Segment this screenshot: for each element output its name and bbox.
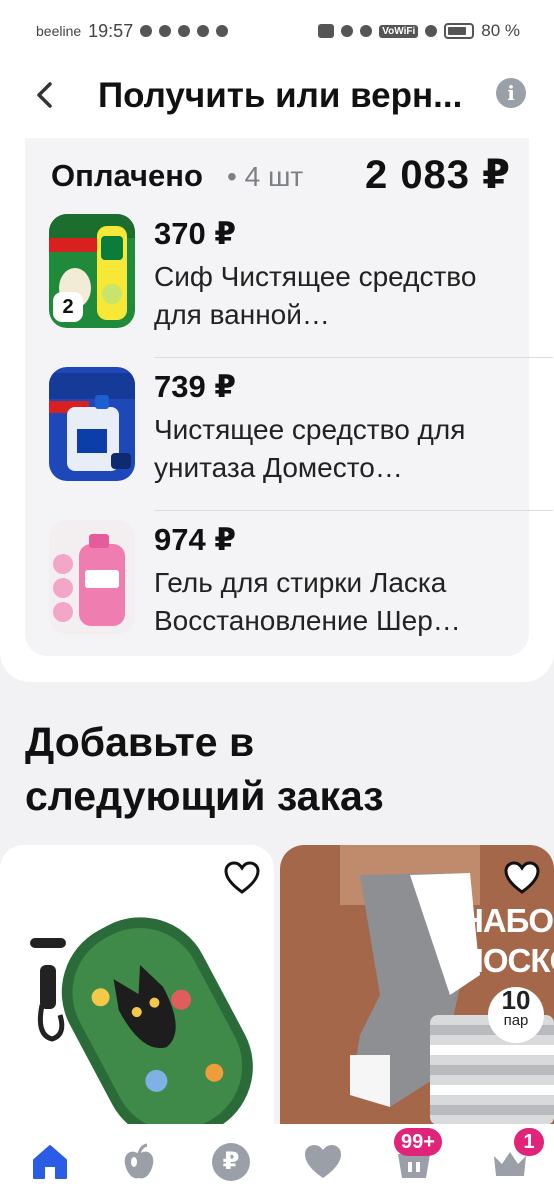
product-card[interactable]: НАБОР НОСКОВ 10 пар xyxy=(280,845,554,1135)
laska-gel-image xyxy=(49,520,135,634)
socks-label-line1: НАБОР xyxy=(460,902,554,939)
nfc-icon xyxy=(318,24,335,38)
status-bar: beeline 19:57 VoWiFi 80 % xyxy=(0,0,554,62)
vowifi-label: VoWiFi xyxy=(379,24,419,38)
order-item[interactable]: 974 ₽ Гель для стирки Ласка Восстановлен… xyxy=(49,520,529,670)
heart-outline-icon[interactable] xyxy=(224,861,260,895)
cart-nav[interactable]: 99+ xyxy=(392,1128,442,1184)
item-name: Гель для стирки Ласка Восстановление Шер… xyxy=(154,567,461,636)
heart-outline-icon[interactable] xyxy=(504,861,540,895)
chat-icon xyxy=(159,25,172,37)
order-count-value: 4 шт xyxy=(244,161,304,192)
item-price: 739 ₽ xyxy=(154,369,236,404)
order-card: Оплачено • 4 шт 2 083 ₽ 2 370 ₽ Сиф Чист… xyxy=(25,138,553,656)
item-price: 370 ₽ xyxy=(154,216,236,251)
status-bar-left: beeline 19:57 xyxy=(36,20,229,42)
carrier-label: beeline xyxy=(36,23,82,39)
page-header: Получить или верн... i xyxy=(0,62,554,130)
heart-icon[interactable] xyxy=(301,1140,345,1184)
profile-badge: 1 xyxy=(514,1128,544,1156)
key-icon xyxy=(140,25,153,37)
item-name: Чистящее средство для унитаза Доместо… xyxy=(154,414,466,483)
clock: 19:57 xyxy=(88,20,134,41)
bottom-nav: ₽ 99+ 1 xyxy=(0,1124,554,1200)
order-item[interactable]: 739 ₽ Чистящее средство для унитаза Доме… xyxy=(49,367,553,517)
bluetooth-icon xyxy=(341,25,354,37)
wifi-icon xyxy=(360,25,373,37)
recommend-title: Добавьте в следующий заказ xyxy=(25,719,384,819)
apple-icon[interactable] xyxy=(117,1140,161,1184)
item-name: Сиф Чистящее средство для ванной… xyxy=(154,261,477,330)
info-icon[interactable]: i xyxy=(496,78,526,108)
pack-count: 10 xyxy=(501,985,531,1015)
ruble-icon[interactable]: ₽ xyxy=(209,1140,253,1184)
pack-unit: пар xyxy=(503,1012,529,1029)
ruble-symbol: ₽ xyxy=(212,1143,250,1181)
battery-icon xyxy=(444,23,475,39)
signal-icon xyxy=(425,25,438,37)
item-price: 974 ₽ xyxy=(154,522,236,557)
product-card[interactable] xyxy=(0,845,274,1135)
chevron-left-icon[interactable] xyxy=(30,78,60,112)
flame-icon xyxy=(178,25,191,37)
order-total: 2 083 ₽ xyxy=(364,153,511,197)
product-thumbnail: 2 xyxy=(49,214,135,328)
order-summary: Оплачено • 4 шт 2 083 ₽ xyxy=(51,152,511,198)
socks-label: НАБОР НОСКОВ xyxy=(460,901,554,981)
status-bar-right: VoWiFi 80 % xyxy=(318,21,520,41)
page-title: Получить или верн... xyxy=(98,76,463,115)
order-section: Оплачено • 4 шт 2 083 ₽ 2 370 ₽ Сиф Чист… xyxy=(0,130,554,682)
item-divider xyxy=(154,357,553,358)
home-icon[interactable] xyxy=(28,1140,72,1184)
order-count: • 4 шт xyxy=(227,161,303,193)
product-thumbnail xyxy=(49,520,135,634)
sim-icon xyxy=(216,25,229,37)
profile-nav[interactable]: 1 xyxy=(488,1128,544,1184)
socks-label-line2: НОСКОВ xyxy=(460,942,554,979)
pack-count-badge: 10 пар xyxy=(488,987,544,1029)
battery-percent: 80 % xyxy=(481,21,520,40)
product-thumbnail xyxy=(49,367,135,481)
item-divider xyxy=(154,510,553,511)
gear-icon xyxy=(197,25,210,37)
cart-badge: 99+ xyxy=(394,1128,442,1156)
domestos-canister-image xyxy=(49,367,135,481)
order-status: Оплачено xyxy=(51,158,203,193)
battery-fill xyxy=(448,27,467,35)
order-item[interactable]: 2 370 ₽ Сиф Чистящее средство для ванной… xyxy=(49,214,553,364)
order-separator: • xyxy=(227,161,237,192)
quantity-badge: 2 xyxy=(53,292,83,322)
